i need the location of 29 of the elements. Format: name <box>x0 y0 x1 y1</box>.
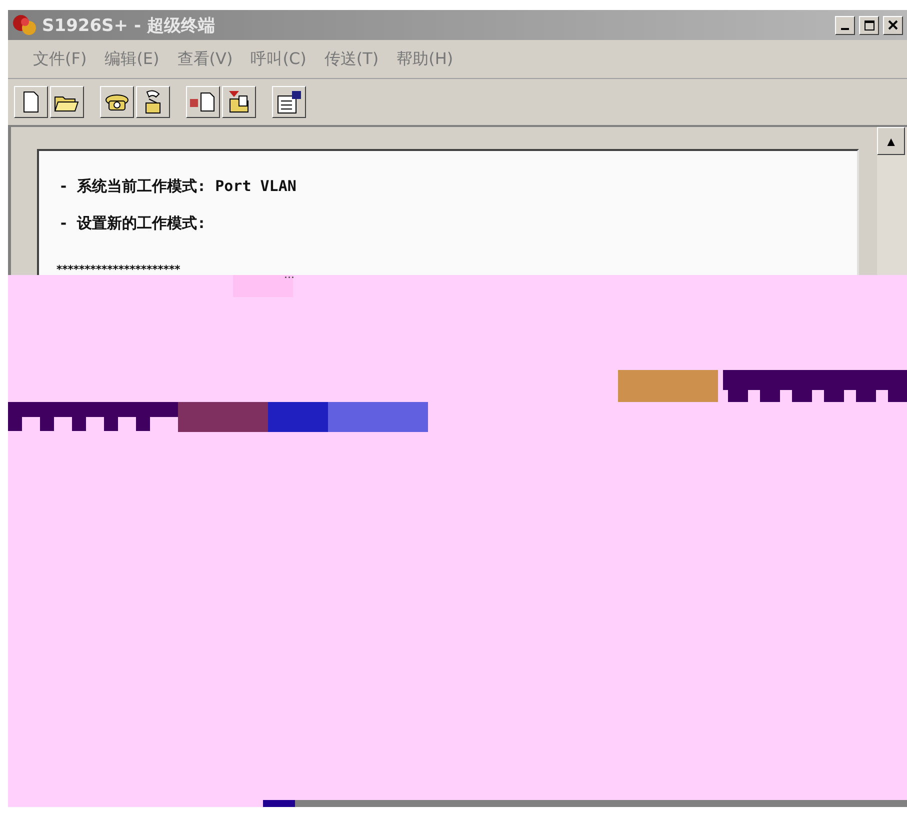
minimize-button[interactable] <box>835 16 855 34</box>
scroll-up-button[interactable]: ▲ <box>877 127 905 155</box>
menu-item[interactable]: 呼叫(C) <box>242 48 316 70</box>
asterisk-line: ********************** <box>56 263 180 276</box>
terminal-line: - 设置新的工作模式: <box>59 214 208 233</box>
menu-item[interactable]: 编辑(E) <box>96 48 168 70</box>
send-file-button[interactable] <box>186 86 220 118</box>
new-file-button[interactable] <box>14 86 48 118</box>
receive-file-button[interactable] <box>222 86 256 118</box>
send-file-icon <box>189 91 217 113</box>
window-title: S1926S+ - 超级终端 <box>42 14 216 36</box>
close-icon <box>888 20 898 30</box>
minimize-icon <box>841 28 849 30</box>
ellipsis-text: ... <box>284 268 294 281</box>
menu-item[interactable]: 文件(F) <box>24 48 96 70</box>
open-folder-button[interactable] <box>50 86 84 118</box>
phone-icon <box>104 92 130 112</box>
maximize-icon <box>864 20 874 30</box>
app-icon <box>12 13 38 37</box>
close-button[interactable] <box>883 16 903 34</box>
menu-item[interactable]: 查看(V) <box>168 48 242 70</box>
menu-item[interactable]: 帮助(H) <box>388 48 462 70</box>
properties-icon <box>276 90 302 114</box>
menu-item[interactable]: 传送(T) <box>315 48 388 70</box>
properties-button[interactable] <box>272 86 306 118</box>
phone-button[interactable] <box>100 86 134 118</box>
terminal-line: - 系统当前工作模式: Port VLAN <box>59 177 298 196</box>
new-file-icon <box>22 91 40 113</box>
maximize-button[interactable] <box>859 16 879 34</box>
